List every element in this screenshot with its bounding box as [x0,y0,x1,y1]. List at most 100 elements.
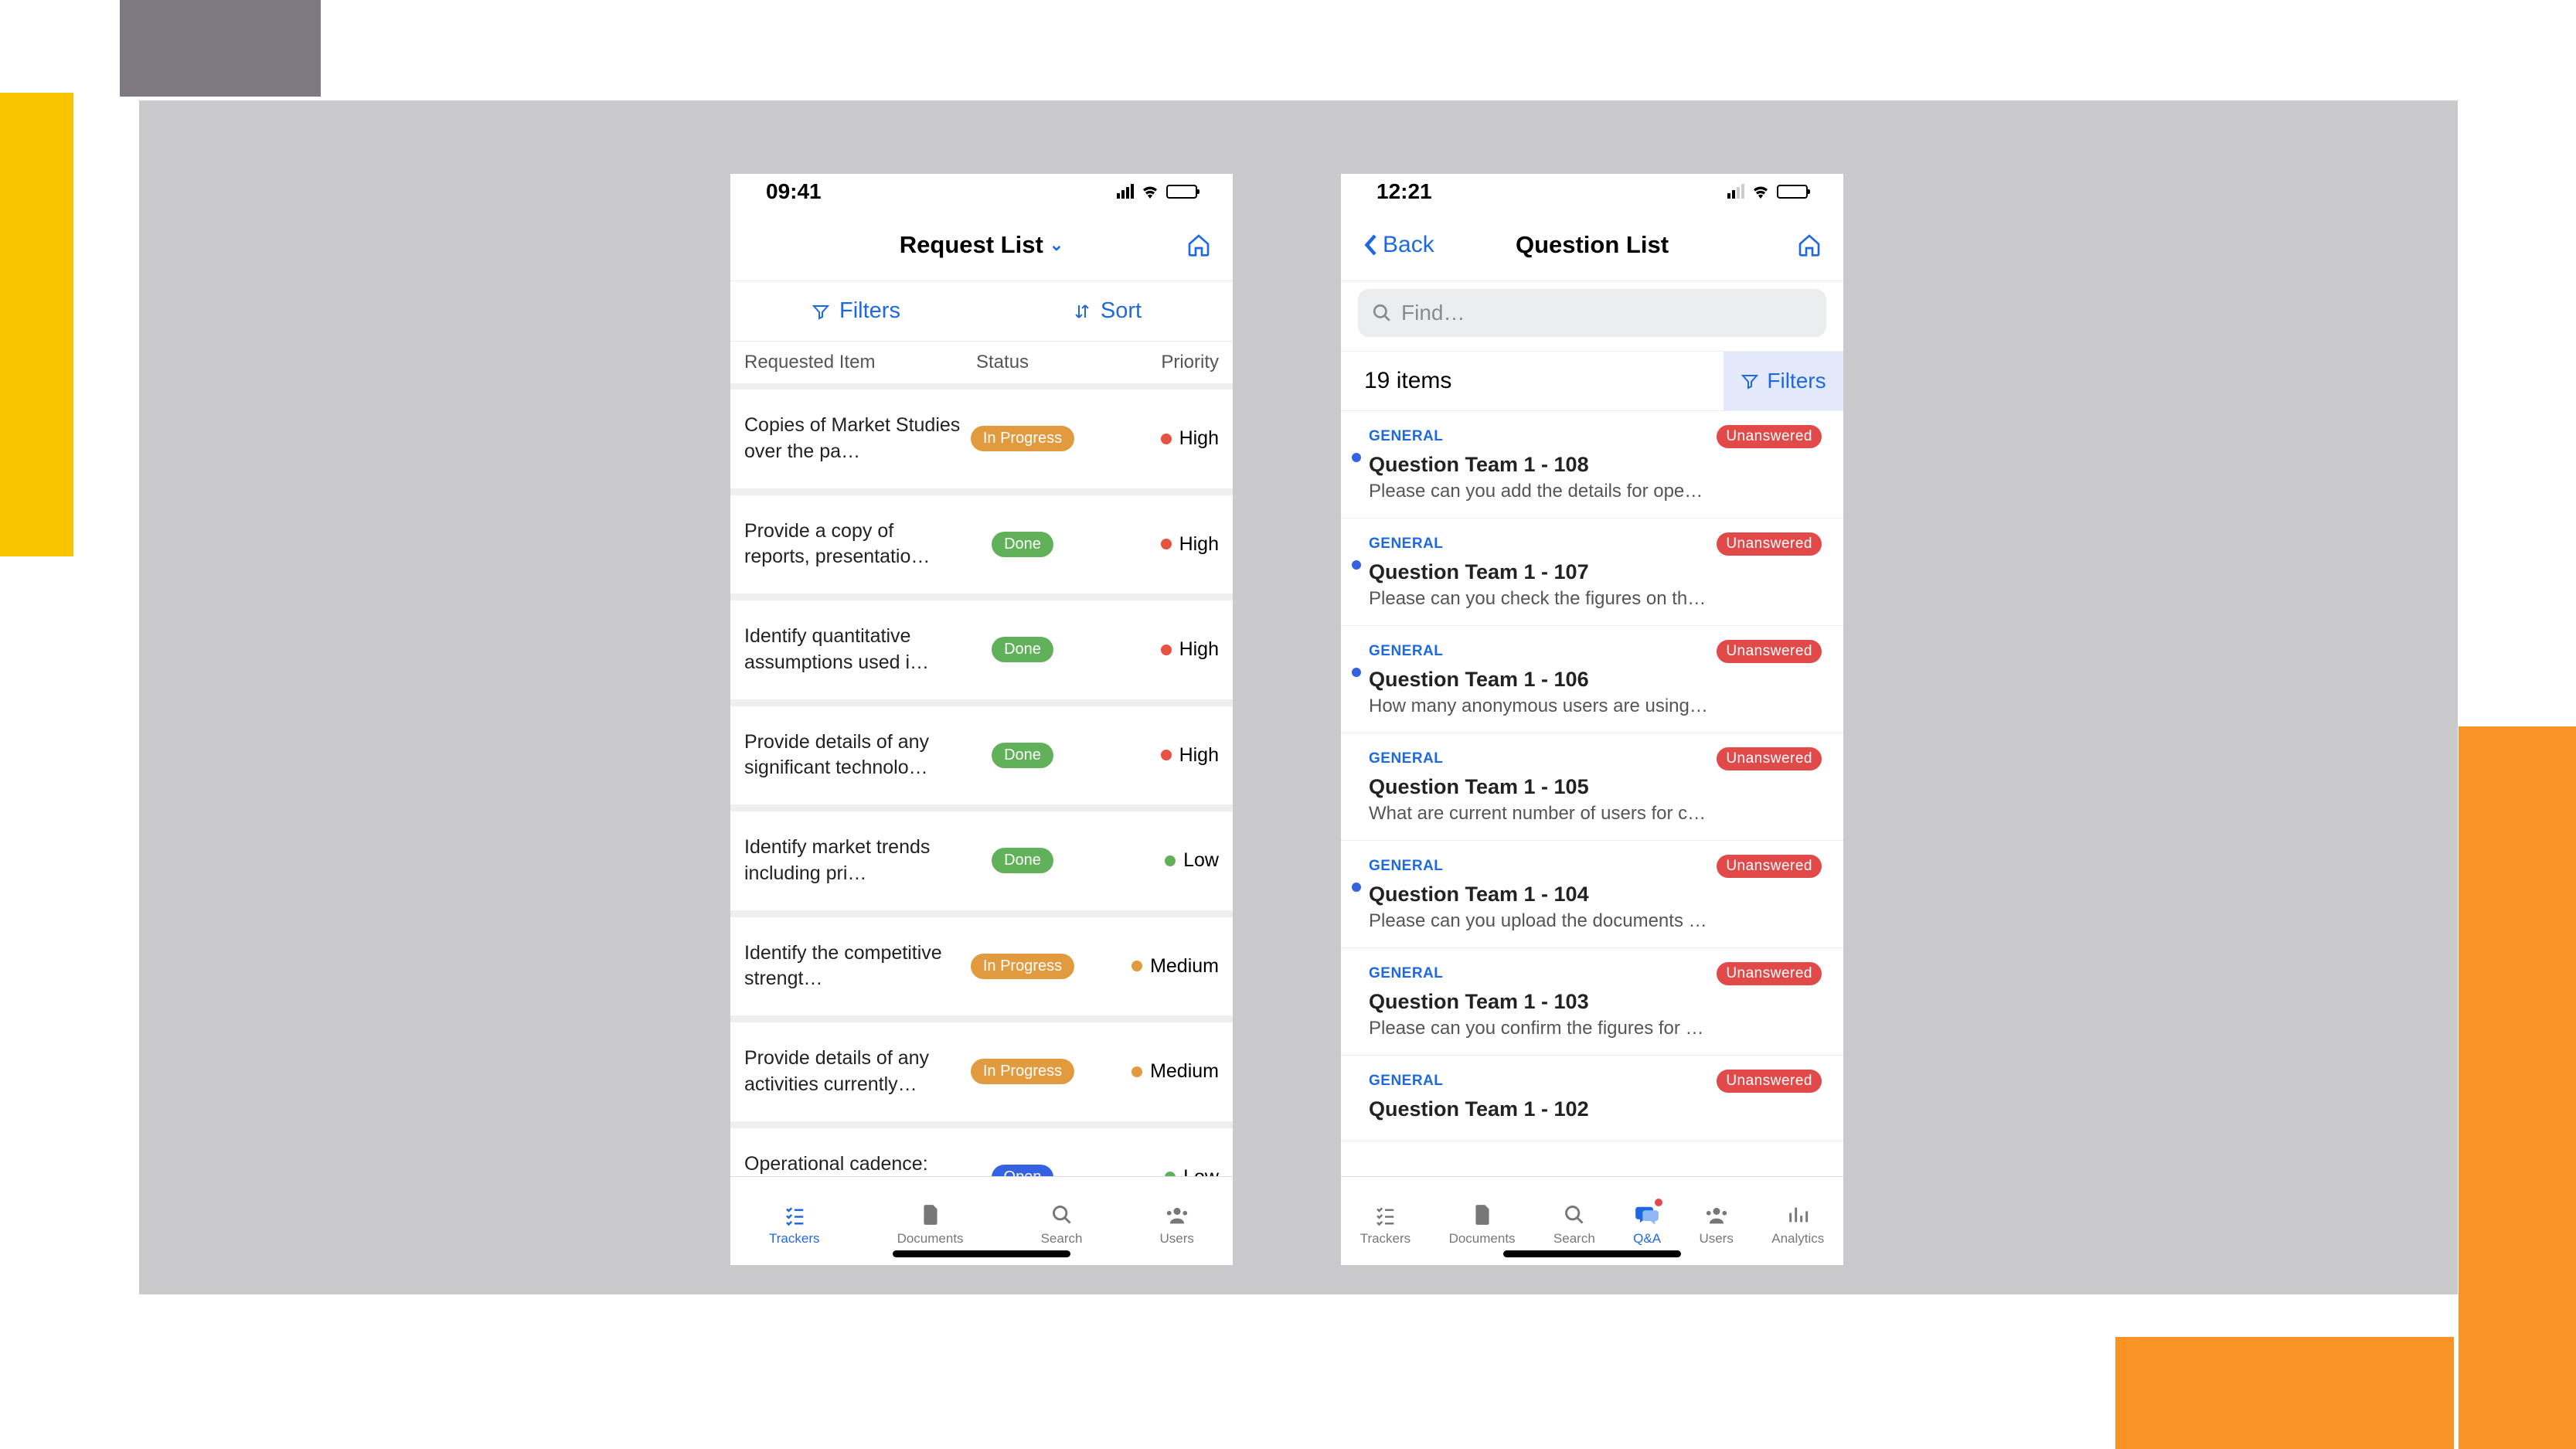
tab-analytics[interactable]: Analytics [1771,1202,1824,1247]
request-text: Identify quantitative assumptions used i… [744,624,961,676]
unread-dot [1352,668,1361,677]
question-row[interactable]: GENERALUnanswered Question Team 1 - 108 Pl… [1341,411,1843,519]
request-row[interactable]: Provide a copy of reports, presentatio…D… [730,489,1233,595]
question-category: GENERALUnanswered [1369,425,1822,448]
tab-users[interactable]: Users [1160,1202,1194,1247]
status-icons [1117,184,1197,199]
request-status: In Progress [961,954,1084,979]
question-title: Question Team 1 - 108 [1369,453,1822,477]
status-bar: 09:41 [730,174,1233,209]
filter-sort-row: Filters Sort [730,281,1233,342]
battery-icon [1166,185,1197,199]
question-row[interactable]: GENERALUnansweredQuestion Team 1 - 105Wh… [1341,733,1843,841]
home-icon[interactable] [1797,233,1822,257]
status-bar: 12:21 [1341,174,1843,209]
request-status: In Progress [961,426,1084,451]
search-icon [1051,1202,1073,1228]
request-priority: High [1084,427,1219,450]
bg-orange-bottom [2115,1337,2454,1449]
request-text: Identify the competitive strengt… [744,940,961,993]
tab-trackers[interactable]: Trackers [1360,1202,1411,1247]
request-status: Done [961,743,1084,768]
request-priority: Low [1084,849,1219,872]
search-icon [1372,303,1392,323]
nav-bar: Back Question List [1341,209,1843,281]
analytics-icon [1787,1202,1809,1228]
question-title: Question Team 1 - 106 [1369,668,1822,692]
wifi-icon [1141,185,1159,199]
request-text: Identify market trends including pri… [744,835,961,887]
status-badge: Unanswered [1717,532,1822,556]
tab-documents[interactable]: Documents [897,1202,964,1247]
back-button[interactable]: Back [1363,232,1455,258]
tab-label: Trackers [769,1231,820,1247]
filters-label: Filters [1767,369,1826,393]
filters-button[interactable]: Filters [1724,352,1843,410]
request-row[interactable]: Identify quantitative assumptions used i… [730,594,1233,700]
tab-bar: Trackers Documents Search Q&A Users [1341,1176,1843,1265]
status-time: 12:21 [1376,179,1432,204]
documents-icon [1472,1202,1492,1228]
count-filters-row: 19 items Filters [1341,351,1843,411]
request-row[interactable]: Identify the competitive strengt…In Prog… [730,911,1233,1017]
trackers-icon [1373,1202,1397,1228]
status-time: 09:41 [766,179,822,204]
nav-title-text: Request List [900,231,1043,259]
tab-label: Users [1160,1231,1194,1247]
request-text: Copies of Market Studies over the pa… [744,413,961,465]
request-status: Done [961,532,1084,557]
request-row[interactable]: Provide details of any activities curren… [730,1016,1233,1122]
request-row[interactable]: Identify market trends including pri…Don… [730,805,1233,911]
question-row[interactable]: GENERALUnansweredQuestion Team 1 - 107Pl… [1341,519,1843,626]
tab-label: Analytics [1771,1231,1824,1247]
request-priority: Low [1084,1166,1219,1176]
search-input[interactable]: Find… [1358,289,1826,337]
tab-qa[interactable]: Q&A [1633,1202,1661,1247]
tab-trackers[interactable]: Trackers [769,1202,820,1247]
home-indicator [893,1250,1070,1257]
request-row[interactable]: Operational cadence: provide full year c… [730,1122,1233,1177]
phone-request-list: 09:41 Request List ⌄ Filters [730,174,1233,1265]
col-priority: Priority [1100,352,1219,373]
unread-dot [1352,560,1361,570]
request-row[interactable]: Copies of Market Studies over the pa…In … [730,383,1233,489]
status-badge: Unanswered [1717,425,1822,448]
request-text: Provide details of any activities curren… [744,1046,961,1098]
col-status: Status [976,352,1100,373]
tab-search[interactable]: Search [1553,1202,1595,1247]
tab-users[interactable]: Users [1699,1202,1733,1247]
question-title: Question Team 1 - 105 [1369,775,1822,799]
question-excerpt: What are current number of users for cur… [1369,803,1709,825]
request-row[interactable]: Provide details of any significant techn… [730,700,1233,806]
request-list[interactable]: Copies of Market Studies over the pa…In … [730,383,1233,1176]
unread-dot [1352,883,1361,892]
search-placeholder: Find… [1401,301,1465,325]
tab-label: Trackers [1360,1231,1411,1247]
question-row[interactable]: GENERALUnansweredQuestion Team 1 - 106Ho… [1341,626,1843,733]
question-excerpt: Please can you add the details for opera… [1369,481,1709,502]
tab-bar: Trackers Documents Search Users [730,1176,1233,1265]
bg-yellow [0,93,73,556]
question-row[interactable]: GENERALUnansweredQuestion Team 1 - 104Pl… [1341,841,1843,948]
question-list[interactable]: GENERALUnanswered Question Team 1 - 108 Pl… [1341,411,1843,1176]
search-icon [1564,1202,1585,1228]
tab-documents[interactable]: Documents [1449,1202,1516,1247]
question-category: GENERALUnanswered [1369,962,1822,985]
phone-question-list: 12:21 Back Question List [1341,174,1843,1265]
nav-title-dropdown[interactable]: Request List ⌄ [900,231,1063,259]
nav-title: Question List [1516,231,1669,259]
sort-label: Sort [1101,298,1142,324]
tab-search[interactable]: Search [1041,1202,1083,1247]
question-row[interactable]: GENERALUnansweredQuestion Team 1 - 103Pl… [1341,948,1843,1056]
tab-label: Documents [897,1231,964,1247]
nav-title-text: Question List [1516,231,1669,259]
question-row[interactable]: GENERALUnansweredQuestion Team 1 - 102 [1341,1056,1843,1141]
question-category: GENERALUnanswered [1369,640,1822,663]
request-status: Done [961,637,1084,662]
request-priority: High [1084,638,1219,661]
documents-icon [920,1202,941,1228]
column-headers: Requested Item Status Priority [730,342,1233,383]
filters-button[interactable]: Filters [730,281,982,341]
sort-button[interactable]: Sort [982,281,1233,341]
home-icon[interactable] [1186,233,1211,257]
